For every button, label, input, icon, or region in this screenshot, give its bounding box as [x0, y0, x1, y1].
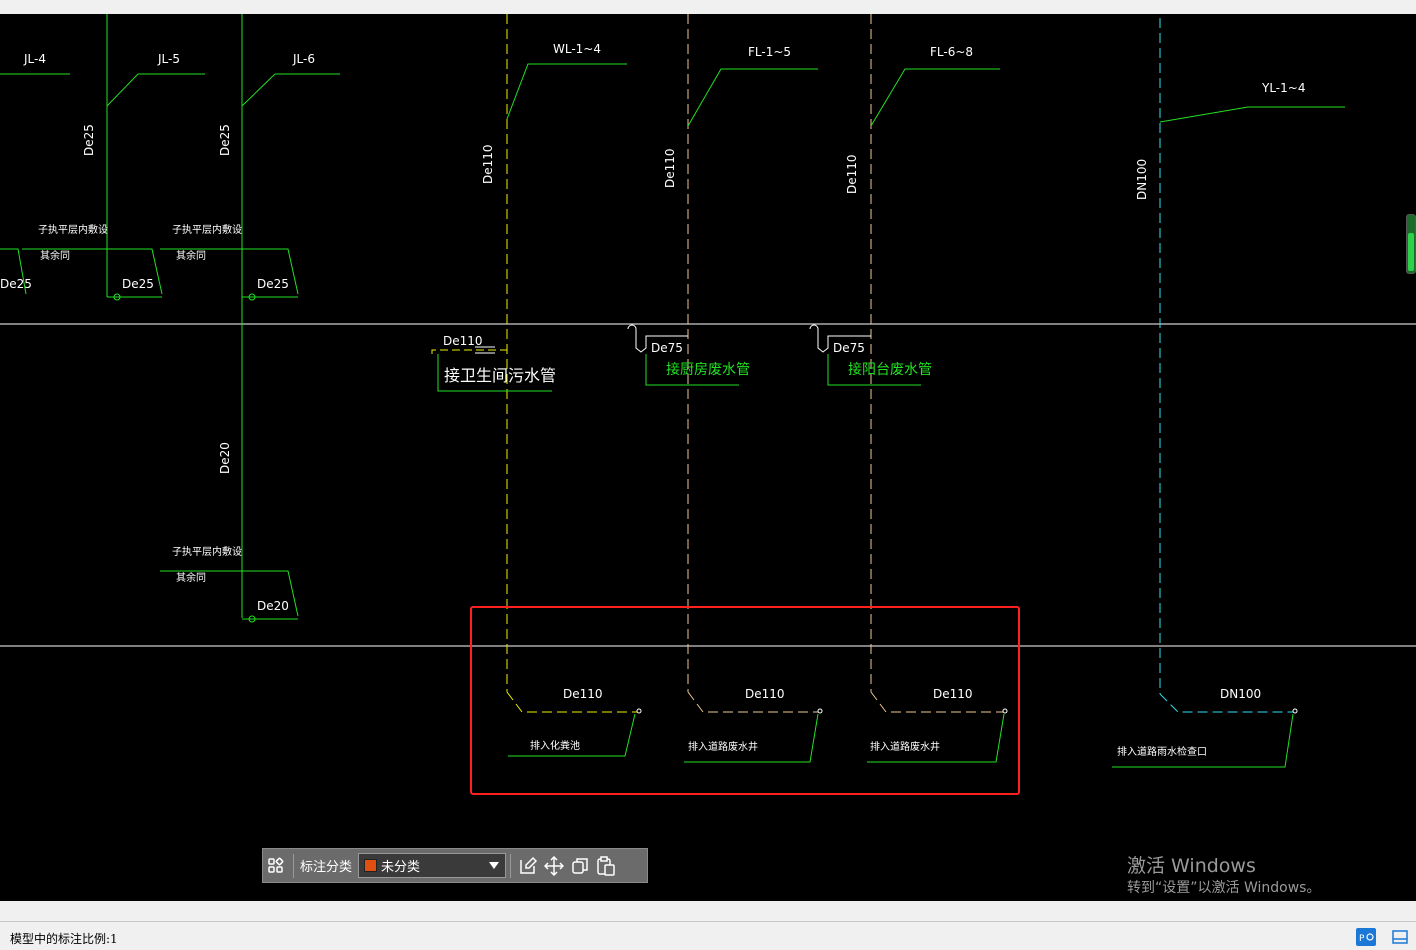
toolbar-divider [293, 853, 294, 878]
riser-label-fl6: FL-6~8 [930, 45, 973, 59]
branch-note-1: 子执平层内敷设 [172, 223, 242, 236]
category-value: 未分类 [381, 860, 421, 875]
toolbar-label: 标注分类 [300, 860, 353, 875]
activation-title: 激活 Windows [1127, 855, 1256, 877]
jl6-leader [241, 73, 340, 107]
riser-label-jl5: JL-5 [157, 52, 180, 66]
fl6-outlet-note: 排入道路废水井 [870, 740, 940, 753]
riser-label-jl6: JL-6 [292, 52, 315, 66]
copy-icon[interactable] [567, 853, 593, 879]
yl-outlet-size: DN100 [1220, 687, 1261, 701]
status-toggle-icon[interactable]: P [1356, 928, 1376, 946]
branch-note-0: 子执平层内敷设 [38, 223, 108, 236]
category-select[interactable]: 未分类 [358, 853, 507, 878]
drawing-canvas[interactable]: JL-4 JL-5 De25 JL-6 De25 De20 De25 子执平层内… [0, 14, 1416, 901]
jl6-size-label-lower: De20 [218, 442, 232, 474]
fl1-size-label: De110 [663, 148, 677, 188]
fl6-leader [870, 68, 1000, 127]
wl-outlet-note: 排入化粪池 [530, 739, 580, 752]
fl1-outlet-size: De110 [745, 687, 785, 701]
window-layout-icon[interactable] [1390, 928, 1410, 946]
wl-size-label: De110 [481, 144, 495, 184]
riser-label-wl: WL-1~4 [553, 42, 601, 56]
wl-inlet-note: 接卫生间污水管 [444, 366, 556, 385]
chevron-down-icon [489, 862, 500, 869]
paste-icon[interactable] [593, 853, 619, 879]
branch-note-0b: 其余同 [40, 249, 70, 262]
status-bar: 模型中的标注比例:1 P [0, 921, 1416, 949]
annotation-scale-text: 模型中的标注比例:1 [10, 932, 118, 946]
svg-text:P: P [1359, 934, 1365, 944]
branch-left-0-size: De25 [0, 277, 32, 291]
top-strip [0, 0, 1416, 14]
fl1-leader [687, 68, 818, 127]
grid-layout-icon[interactable] [263, 853, 289, 879]
cad-drawing: JL-4 JL-5 De25 JL-6 De25 De20 De25 子执平层内… [0, 14, 1416, 795]
riser-label-jl4: JL-4 [23, 52, 46, 66]
jl5-leader [106, 73, 205, 107]
riser-label-yl: YL-1~4 [1261, 81, 1305, 95]
fl6-size-label: De110 [845, 154, 859, 194]
wl-outlet-size: De110 [563, 687, 603, 701]
branch-jl5-size: De25 [122, 277, 154, 291]
fl1-inlet-note: 接厨房废水管 [666, 361, 750, 378]
riser-label-fl1: FL-1~5 [748, 45, 791, 59]
move-icon[interactable] [541, 853, 567, 879]
fl6-inlet-note: 接阳台废水管 [848, 361, 932, 378]
wl-inlet-size: De110 [443, 334, 483, 348]
fl6-inlet-size: De75 [833, 341, 865, 355]
edit-icon[interactable] [515, 853, 541, 879]
activation-subtitle: 转到“设置”以激活 Windows。 [1127, 880, 1321, 896]
yl-leader [1159, 106, 1345, 123]
fl6-outlet-size: De110 [933, 687, 973, 701]
yl-outlet-note: 排入道路雨水检查口 [1117, 745, 1207, 758]
fl1-inlet-size: De75 [651, 341, 683, 355]
branch-note-1b: 其余同 [176, 249, 206, 262]
windows-activation-watermark: 激活 Windows 转到“设置”以激活 Windows。 [1127, 854, 1320, 898]
category-color-swatch [364, 859, 378, 872]
jl6-size-label: De25 [218, 124, 232, 156]
yl-size-label: DN100 [1135, 159, 1149, 200]
fl1-outlet-note: 排入道路废水井 [688, 740, 758, 753]
toolbar-divider [510, 853, 512, 878]
branch-jl6-lower-size: De20 [257, 599, 289, 613]
annotation-toolbar: 标注分类 未分类 [262, 848, 648, 883]
branch-note-2: 子执平层内敷设 [172, 545, 242, 558]
zoom-scroll-indicator[interactable] [1406, 214, 1416, 274]
branch-jl6-upper-size: De25 [257, 277, 289, 291]
branch-note-2b: 其余同 [176, 571, 206, 584]
jl5-size-label: De25 [82, 124, 96, 156]
wl-leader [506, 63, 627, 120]
